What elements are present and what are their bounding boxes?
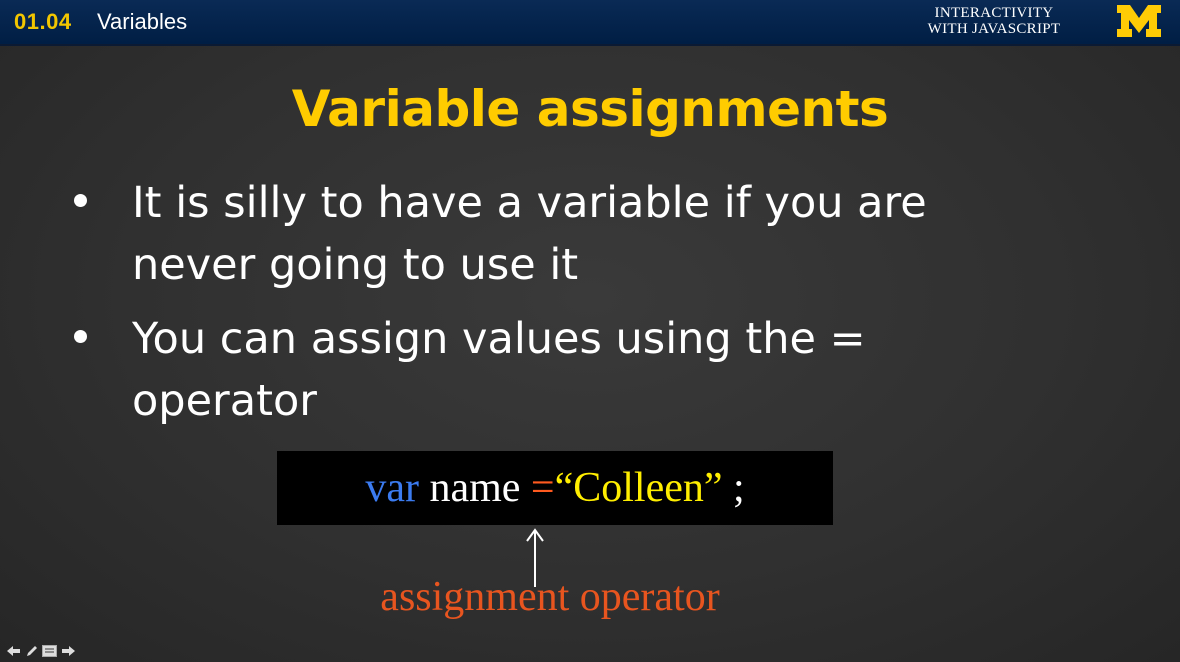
pen-icon bbox=[26, 646, 37, 656]
lesson-number: 01.04 bbox=[14, 9, 72, 34]
bullet-line: operator bbox=[132, 376, 317, 426]
menu-icon bbox=[42, 645, 57, 657]
slide: 01.04 Variables INTERACTIVITY WITH JAVAS… bbox=[0, 0, 1180, 662]
header-bar: 01.04 Variables INTERACTIVITY WITH JAVAS… bbox=[0, 0, 1180, 46]
bullet-item: It is silly to have a variable if you ar… bbox=[70, 172, 1030, 296]
slide-nav-controls bbox=[6, 643, 75, 659]
previous-slide-button[interactable] bbox=[6, 644, 21, 658]
bullet-line: never going to use it bbox=[132, 240, 579, 290]
bullet-line: It is silly to have a variable if you ar… bbox=[132, 178, 927, 228]
bullet-dot-icon bbox=[74, 330, 87, 343]
code-operator: = bbox=[530, 465, 555, 511]
bullet-item: You can assign values using the = operat… bbox=[70, 308, 1030, 432]
course-title: INTERACTIVITY WITH JAVASCRIPT bbox=[904, 5, 1084, 37]
next-slide-button[interactable] bbox=[60, 644, 75, 658]
code-identifier: name bbox=[429, 465, 521, 511]
arrow-left-icon bbox=[6, 646, 20, 656]
bullet-list: It is silly to have a variable if you ar… bbox=[70, 172, 1030, 444]
code-string-value: “Colleen” bbox=[554, 465, 723, 511]
pen-tool-button[interactable] bbox=[24, 644, 39, 658]
university-logo-icon bbox=[1117, 5, 1161, 37]
annotation-label: assignment operator bbox=[380, 574, 720, 620]
bullet-line: You can assign values using the = bbox=[132, 314, 866, 364]
slide-menu-button[interactable] bbox=[42, 644, 57, 658]
code-example: var name =“Colleen” ; bbox=[277, 451, 833, 525]
code-semicolon: ; bbox=[733, 465, 745, 511]
arrow-right-icon bbox=[61, 646, 75, 656]
slide-heading: Variable assignments bbox=[291, 80, 889, 138]
bullet-dot-icon bbox=[74, 194, 87, 207]
course-title-line-2: WITH JAVASCRIPT bbox=[927, 21, 1061, 37]
course-title-line-1: INTERACTIVITY bbox=[934, 5, 1054, 21]
code-keyword: var bbox=[365, 465, 419, 511]
lesson-title: Variables bbox=[97, 9, 188, 34]
